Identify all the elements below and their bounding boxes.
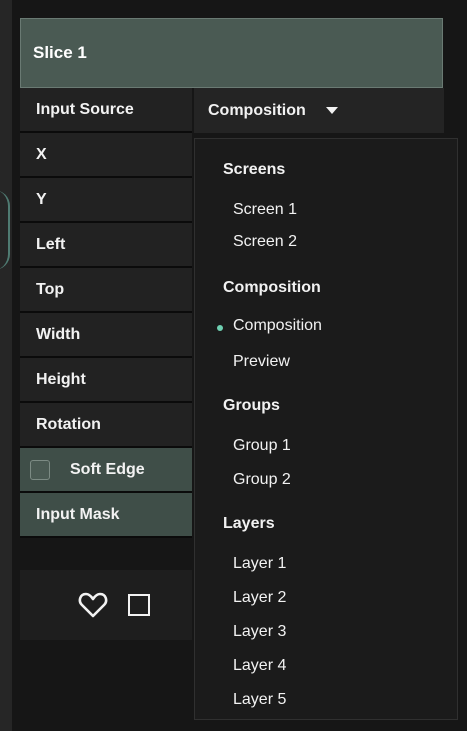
option-layer-4[interactable]: Layer 4 bbox=[233, 657, 286, 675]
input-source-dropdown: Screens Screen 1 Screen 2 Composition Co… bbox=[194, 138, 458, 720]
slice-title: Slice 1 bbox=[20, 18, 443, 88]
option-layer-3[interactable]: Layer 3 bbox=[233, 623, 286, 641]
rotation-label: Rotation bbox=[20, 403, 192, 448]
option-group-1[interactable]: Group 1 bbox=[233, 437, 291, 455]
top-label: Top bbox=[20, 268, 192, 313]
input-mask-button[interactable]: Input Mask bbox=[20, 493, 192, 538]
soft-edge-checkbox[interactable] bbox=[30, 459, 50, 480]
input-source-label: Input Source bbox=[20, 88, 192, 133]
option-layer-2[interactable]: Layer 2 bbox=[233, 589, 286, 607]
soft-edge-label: Soft Edge bbox=[70, 461, 145, 478]
footer-toolbar bbox=[20, 570, 192, 640]
option-composition[interactable]: Composition bbox=[233, 317, 322, 335]
group-heading-composition: Composition bbox=[223, 279, 321, 296]
group-heading-layers: Layers bbox=[223, 515, 275, 532]
input-source-select[interactable]: Composition bbox=[194, 88, 444, 133]
group-heading-groups: Groups bbox=[223, 397, 280, 414]
left-edge-strip bbox=[0, 0, 12, 731]
option-group-2[interactable]: Group 2 bbox=[233, 471, 291, 489]
property-rows: Input Source X Y Left Top Width Height R… bbox=[20, 88, 192, 538]
option-preview[interactable]: Preview bbox=[233, 353, 290, 371]
curve-connector bbox=[0, 190, 12, 270]
chevron-down-icon bbox=[326, 107, 339, 115]
height-label: Height bbox=[20, 358, 192, 403]
y-label: Y bbox=[20, 178, 192, 223]
group-heading-screens: Screens bbox=[223, 161, 286, 178]
square-icon[interactable] bbox=[128, 594, 150, 616]
option-layer-5[interactable]: Layer 5 bbox=[233, 691, 286, 709]
heart-icon[interactable] bbox=[78, 590, 108, 620]
input-source-value: Composition bbox=[208, 102, 306, 119]
soft-edge-row[interactable]: Soft Edge bbox=[20, 448, 192, 493]
option-layer-1[interactable]: Layer 1 bbox=[233, 555, 286, 573]
option-screen-1[interactable]: Screen 1 bbox=[233, 201, 297, 219]
x-label: X bbox=[20, 133, 192, 178]
selected-bullet-icon bbox=[217, 325, 223, 331]
width-label: Width bbox=[20, 313, 192, 358]
left-label: Left bbox=[20, 223, 192, 268]
option-screen-2[interactable]: Screen 2 bbox=[233, 233, 297, 251]
